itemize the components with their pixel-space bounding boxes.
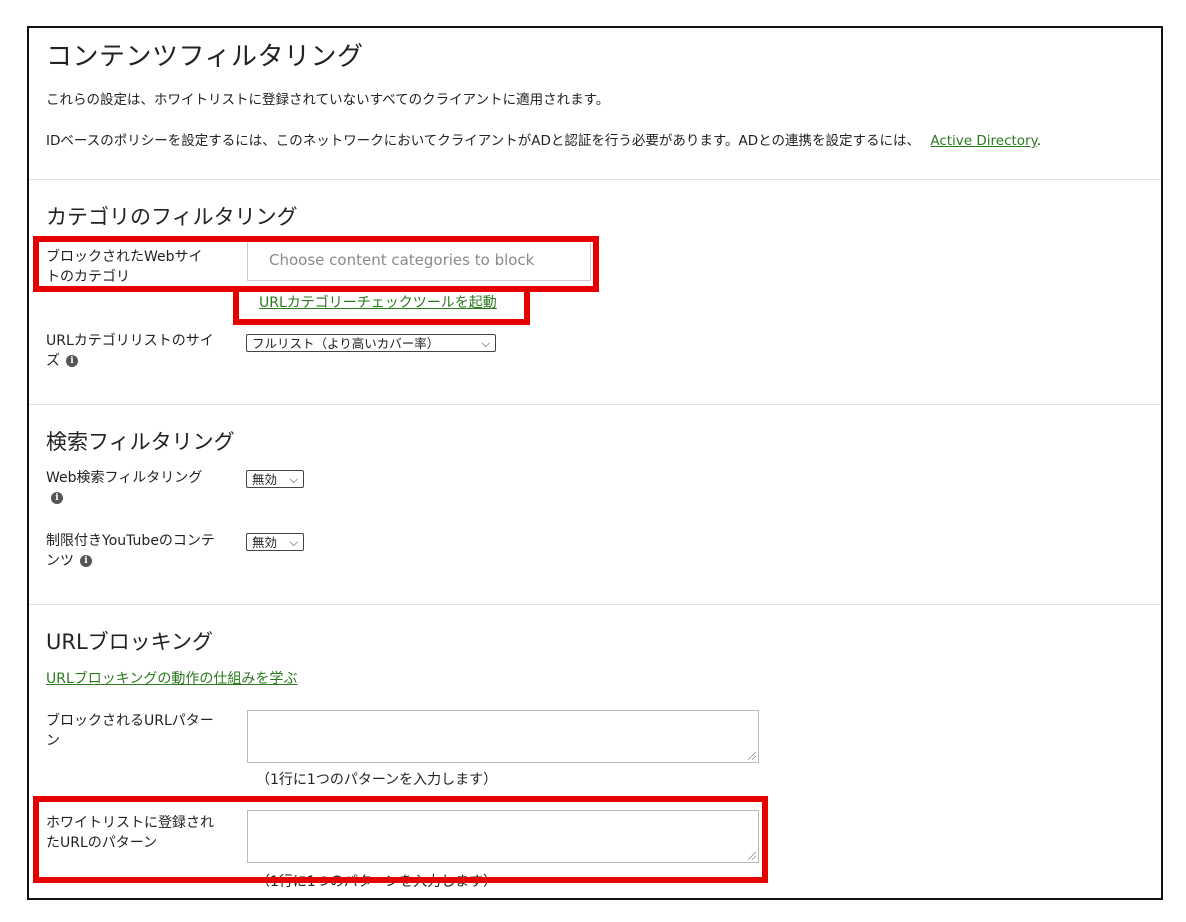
blocked-url-patterns-textarea[interactable]	[247, 710, 759, 763]
content-filtering-panel: コンテンツフィルタリング これらの設定は、ホワイトリストに登録されていないすべて…	[27, 26, 1163, 900]
url-category-checker-link[interactable]: URLカテゴリーチェックツールを起動	[259, 292, 497, 312]
restricted-youtube-label: 制限付きYouTubeのコンテンツ i	[46, 531, 221, 571]
web-search-filtering-select[interactable]: 無効 ⌵	[246, 470, 304, 488]
url-list-size-select[interactable]: フルリスト（より高いカバー率） ⌵	[246, 334, 496, 352]
url-list-size-label: URLカテゴリリストのサイズ i	[46, 331, 221, 371]
divider	[29, 404, 1161, 405]
info-icon[interactable]: i	[51, 492, 63, 504]
chevron-down-icon: ⌵	[289, 536, 298, 549]
restricted-youtube-label-text: 制限付きYouTubeのコンテンツ	[46, 533, 215, 569]
description-ad-end: .	[1036, 133, 1041, 149]
url-blocking-learn-link[interactable]: URLブロッキングの動作の仕組みを学ぶ	[46, 668, 297, 688]
page-title: コンテンツフィルタリング	[46, 42, 364, 72]
whitelist-url-patterns-hint: （1行に1つのパターンを入力します）	[256, 874, 498, 890]
divider	[29, 604, 1161, 605]
description-ad: IDベースのポリシーを設定するには、このネットワークにおいてクライアントがADと…	[46, 129, 1041, 149]
blocked-categories-input[interactable]: Choose content categories to block	[247, 241, 591, 281]
category-filtering-heading: カテゴリのフィルタリング	[46, 205, 298, 229]
resize-grip-icon[interactable]	[748, 752, 756, 760]
url-blocking-heading: URLブロッキング	[46, 630, 214, 654]
whitelist-url-patterns-label: ホワイトリストに登録されたURLのパターン	[46, 815, 214, 851]
resize-grip-icon[interactable]	[748, 852, 756, 860]
blocked-url-patterns-label: ブロックされるURLパターン	[46, 713, 214, 749]
blocked-url-patterns-hint: （1行に1つのパターンを入力します）	[256, 772, 498, 788]
description-whitelist: これらの設定は、ホワイトリストに登録されていないすべてのクライアントに適用されま…	[46, 92, 610, 108]
restricted-youtube-select[interactable]: 無効 ⌵	[246, 533, 304, 551]
url-list-size-value: フルリスト（より高いカバー率）	[252, 336, 440, 351]
search-filtering-heading: 検索フィルタリング	[46, 430, 235, 454]
web-search-filtering-value: 無効	[252, 472, 278, 487]
info-icon[interactable]: i	[66, 355, 78, 367]
active-directory-link[interactable]: Active Directory	[930, 133, 1036, 149]
description-ad-text: IDベースのポリシーを設定するには、このネットワークにおいてクライアントがADと…	[46, 133, 921, 149]
chevron-down-icon: ⌵	[289, 473, 298, 486]
info-icon[interactable]: i	[80, 555, 92, 567]
blocked-categories-label: ブロックされたWebサイトのカテゴリ	[46, 249, 203, 285]
web-search-filtering-label-text: Web検索フィルタリング	[46, 470, 203, 486]
restricted-youtube-value: 無効	[252, 535, 278, 550]
whitelist-url-patterns-textarea[interactable]	[247, 810, 759, 863]
divider	[29, 179, 1161, 180]
web-search-filtering-label: Web検索フィルタリング i	[46, 468, 221, 508]
chevron-down-icon: ⌵	[481, 337, 490, 350]
